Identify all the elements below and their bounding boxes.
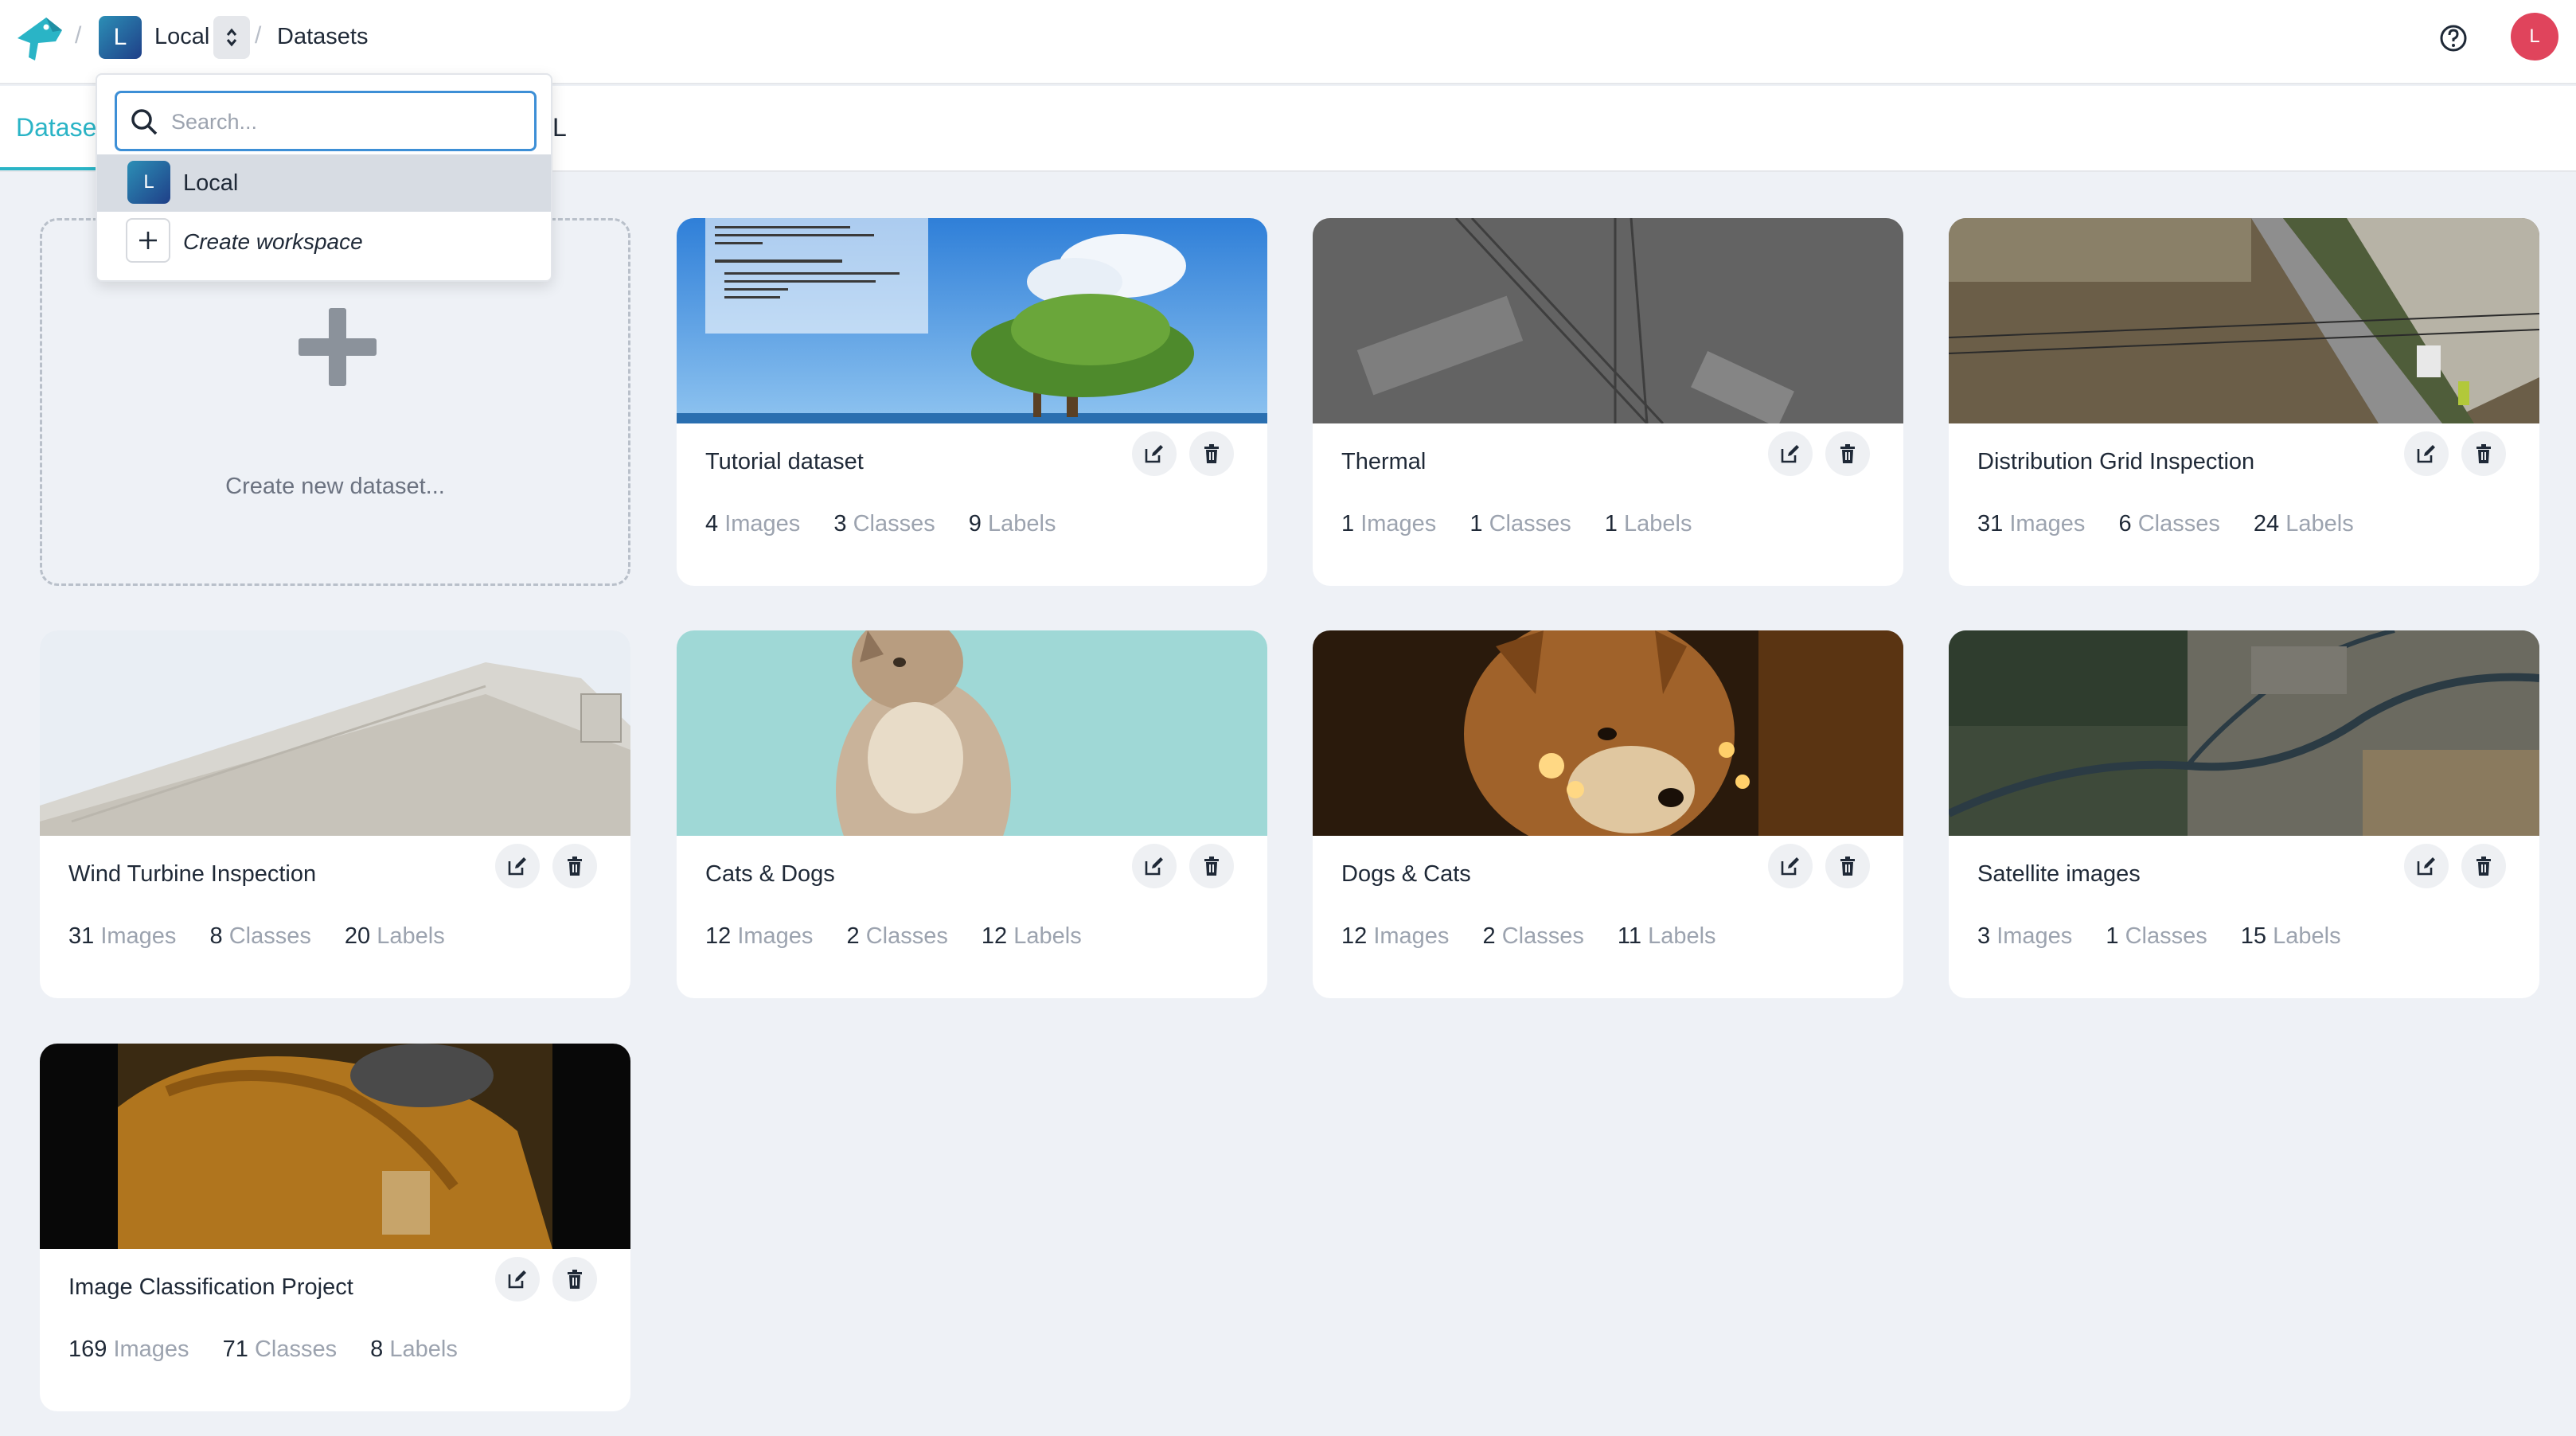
trash-icon xyxy=(2476,444,2491,463)
edit-button[interactable] xyxy=(495,844,540,888)
help-circle-icon[interactable] xyxy=(2437,22,2469,54)
edit-icon xyxy=(1145,445,1163,463)
dataset-stats: 31 Images 6 Classes 24 Labels xyxy=(1977,511,2354,537)
delete-button[interactable] xyxy=(1825,431,1870,476)
edit-button[interactable] xyxy=(1768,844,1813,888)
dataset-card[interactable]: Satellite images 3 Images 1 Classes 15 L… xyxy=(1949,630,2539,998)
trash-icon xyxy=(1204,444,1219,463)
workspace-avatar[interactable]: L xyxy=(99,16,142,59)
tab-secondary[interactable]: L xyxy=(552,113,567,142)
workspace-search-box[interactable] xyxy=(115,91,537,151)
dataset-thumbnail xyxy=(40,630,630,836)
dataset-title[interactable]: Tutorial dataset xyxy=(705,449,864,475)
workspace-option-local[interactable]: L Local xyxy=(97,154,551,212)
dataset-stats: 3 Images 1 Classes 15 Labels xyxy=(1977,923,2341,949)
create-dataset-label: Create new dataset... xyxy=(225,474,445,499)
dataset-thumbnail xyxy=(1313,218,1903,423)
dataset-thumbnail xyxy=(677,218,1267,423)
search-icon xyxy=(131,109,158,135)
delete-button[interactable] xyxy=(1825,844,1870,888)
trash-icon xyxy=(2476,857,2491,876)
dataset-card[interactable]: Dogs & Cats 12 Images 2 Classes 11 Label… xyxy=(1313,630,1903,998)
dataset-card[interactable]: Thermal 1 Images 1 Classes 1 Labels xyxy=(1313,218,1903,586)
edit-icon xyxy=(1781,445,1799,463)
dataset-card[interactable]: Distribution Grid Inspection 31 Images 6… xyxy=(1949,218,2539,586)
dataset-card[interactable]: Image Classification Project 169 Images … xyxy=(40,1044,630,1411)
workspace-switch-button[interactable] xyxy=(213,16,250,59)
trash-icon xyxy=(1204,857,1219,876)
dataset-title[interactable]: Wind Turbine Inspection xyxy=(68,861,316,888)
dataset-stats: 12 Images 2 Classes 11 Labels xyxy=(1341,923,1716,949)
user-avatar[interactable]: L xyxy=(2511,13,2558,60)
edit-icon xyxy=(508,1270,526,1289)
dataset-card[interactable]: Cats & Dogs 12 Images 2 Classes 12 Label… xyxy=(677,630,1267,998)
dataset-thumbnail xyxy=(40,1044,630,1249)
edit-icon xyxy=(2417,445,2435,463)
chevron-up-down-icon xyxy=(226,28,237,47)
workspace-name[interactable]: Local xyxy=(154,24,209,50)
dataset-title[interactable]: Distribution Grid Inspection xyxy=(1977,449,2254,475)
top-bar: / L Local / Datasets L xyxy=(0,0,2576,84)
edit-button[interactable] xyxy=(1132,431,1177,476)
dataset-stats: 1 Images 1 Classes 1 Labels xyxy=(1341,511,1692,537)
dataset-stats: 31 Images 8 Classes 20 Labels xyxy=(68,923,445,949)
breadcrumb-datasets[interactable]: Datasets xyxy=(277,24,368,50)
trash-icon xyxy=(568,1270,582,1289)
breadcrumb-separator: / xyxy=(75,22,82,49)
dataset-title[interactable]: Image Classification Project xyxy=(68,1274,353,1301)
edit-button[interactable] xyxy=(495,1257,540,1301)
delete-button[interactable] xyxy=(552,844,597,888)
workspace-avatar: L xyxy=(127,161,170,204)
edit-icon xyxy=(2417,857,2435,876)
tab-datasets[interactable]: Datase xyxy=(16,113,96,142)
dataset-title[interactable]: Dogs & Cats xyxy=(1341,861,1471,888)
dataset-title[interactable]: Thermal xyxy=(1341,449,1426,475)
plus-icon xyxy=(299,308,377,386)
edit-button[interactable] xyxy=(1768,431,1813,476)
delete-button[interactable] xyxy=(2461,844,2506,888)
dataset-stats: 12 Images 2 Classes 12 Labels xyxy=(705,923,1082,949)
edit-icon xyxy=(1781,857,1799,876)
dataset-title[interactable]: Cats & Dogs xyxy=(705,861,835,888)
dataset-stats: 169 Images 71 Classes 8 Labels xyxy=(68,1336,458,1362)
workspace-search-input[interactable] xyxy=(171,106,521,138)
workspace-dropdown: L Local Create workspace xyxy=(96,73,552,282)
edit-button[interactable] xyxy=(1132,844,1177,888)
trash-icon xyxy=(568,857,582,876)
edit-button[interactable] xyxy=(2404,431,2449,476)
app-logo-icon[interactable] xyxy=(14,14,65,62)
trash-icon xyxy=(1840,444,1855,463)
create-workspace-label: Create workspace xyxy=(183,229,363,254)
delete-button[interactable] xyxy=(552,1257,597,1301)
edit-icon xyxy=(508,857,526,876)
delete-button[interactable] xyxy=(2461,431,2506,476)
dataset-thumbnail xyxy=(1949,218,2539,423)
dataset-card[interactable]: Tutorial dataset 4 Images 3 Classes 9 La… xyxy=(677,218,1267,586)
dataset-stats: 4 Images 3 Classes 9 Labels xyxy=(705,511,1056,537)
workspace-option-label: Local xyxy=(183,170,239,196)
dataset-thumbnail xyxy=(1313,630,1903,836)
dataset-thumbnail xyxy=(677,630,1267,836)
dataset-title[interactable]: Satellite images xyxy=(1977,861,2141,888)
trash-icon xyxy=(1840,857,1855,876)
dataset-thumbnail xyxy=(1949,630,2539,836)
create-workspace-option[interactable]: Create workspace xyxy=(97,212,551,269)
edit-icon xyxy=(1145,857,1163,876)
plus-icon xyxy=(126,218,170,263)
dataset-card[interactable]: Wind Turbine Inspection 31 Images 8 Clas… xyxy=(40,630,630,998)
delete-button[interactable] xyxy=(1189,844,1234,888)
breadcrumb-separator: / xyxy=(255,22,262,49)
edit-button[interactable] xyxy=(2404,844,2449,888)
delete-button[interactable] xyxy=(1189,431,1234,476)
